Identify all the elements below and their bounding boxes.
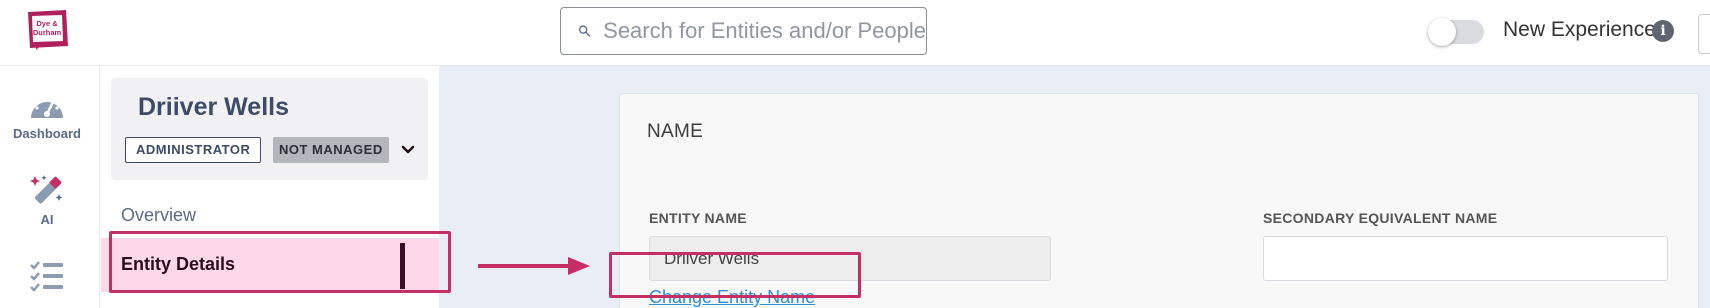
dye-durham-logo[interactable]: Dye & Durham	[22, 8, 72, 52]
toggle-knob	[1428, 18, 1456, 46]
left-navigation: Dashboard AI	[0, 66, 100, 308]
nav-item-ai[interactable]: AI	[0, 174, 94, 227]
new-experience-label: New Experience	[1503, 18, 1656, 41]
magic-wand-icon	[30, 175, 63, 204]
global-search-input[interactable]: Search for Entities and/or People	[560, 7, 927, 55]
checklist-icon	[30, 261, 63, 292]
secondary-name-label: SECONDARY EQUIVALENT NAME	[1263, 210, 1498, 226]
info-icon[interactable]: i	[1652, 20, 1674, 42]
role-badge: ADMINISTRATOR	[125, 137, 262, 163]
dashboard-gauge-icon	[31, 97, 63, 118]
sidebar-item-overview[interactable]: Overview	[121, 205, 196, 226]
header-user-menu[interactable]	[1698, 14, 1710, 54]
logo-text-line2: Durham	[33, 28, 62, 37]
top-bar: Dye & Durham Search for Entities and/or …	[0, 0, 1710, 66]
new-experience-toggle[interactable]	[1428, 18, 1484, 46]
nav-item-tasks[interactable]	[0, 260, 94, 292]
highlight-box-entity-details	[109, 231, 451, 293]
nav-label-ai: AI	[40, 212, 54, 227]
nav-label-dashboard: Dashboard	[13, 126, 81, 141]
section-title: NAME	[647, 121, 704, 142]
logo-text-line1: Dye &	[36, 19, 58, 28]
nav-item-dashboard[interactable]: Dashboard	[0, 92, 94, 141]
arrow-right-icon	[478, 257, 590, 275]
highlight-box-change-link	[609, 252, 861, 298]
search-icon	[578, 25, 591, 37]
entity-title: Driiver Wells	[138, 93, 290, 121]
search-placeholder: Search for Entities and/or People	[603, 18, 926, 43]
entity-name-label: ENTITY NAME	[649, 210, 747, 226]
status-badge: NOT MANAGED	[273, 137, 389, 163]
chevron-down-icon[interactable]	[400, 142, 416, 158]
entity-header-card: Driiver Wells ADMINISTRATOR NOT MANAGED	[111, 78, 428, 180]
secondary-name-field[interactable]	[1263, 236, 1668, 281]
